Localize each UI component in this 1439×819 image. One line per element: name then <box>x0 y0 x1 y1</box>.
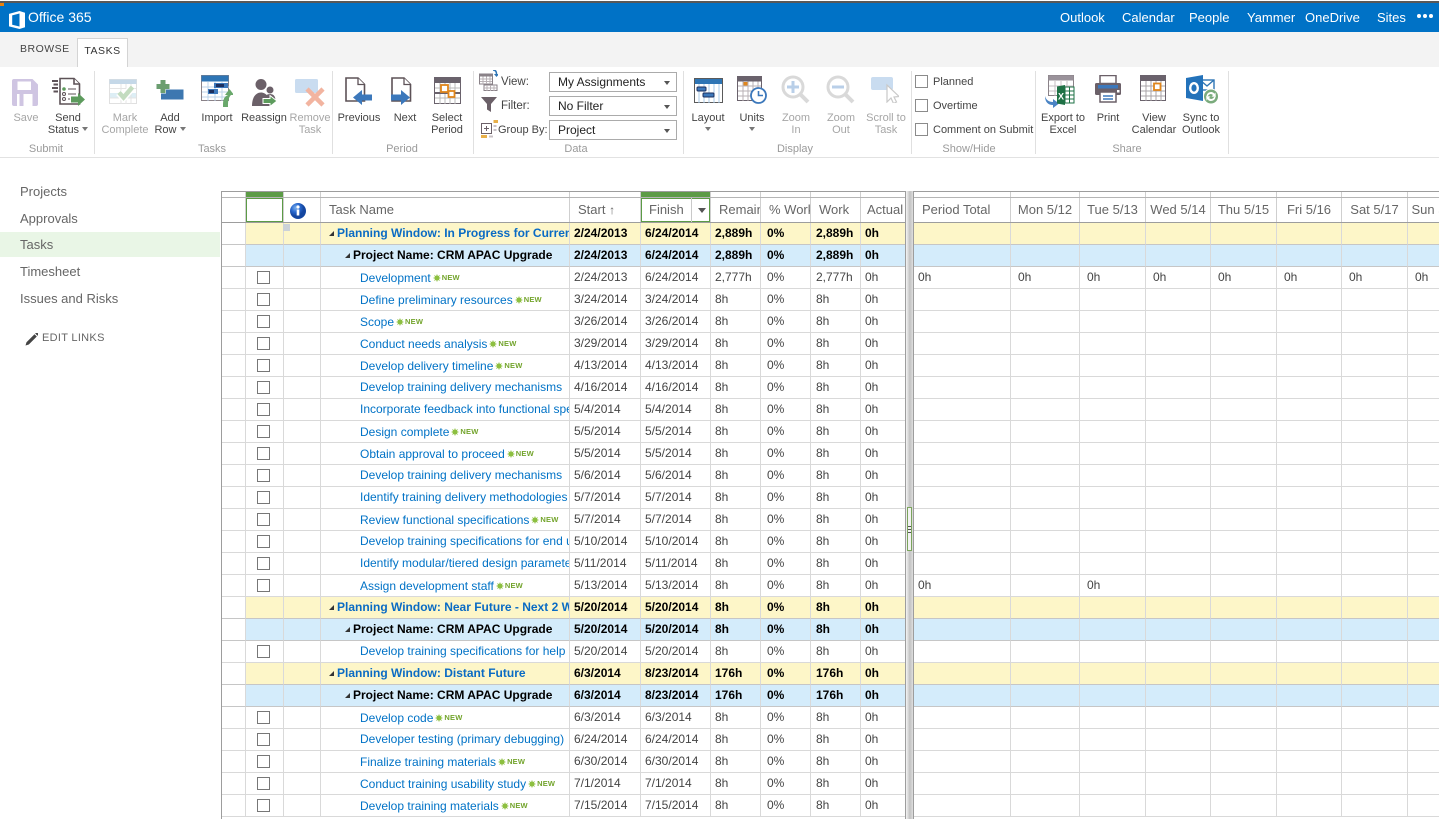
svg-text:X: X <box>1058 92 1064 102</box>
